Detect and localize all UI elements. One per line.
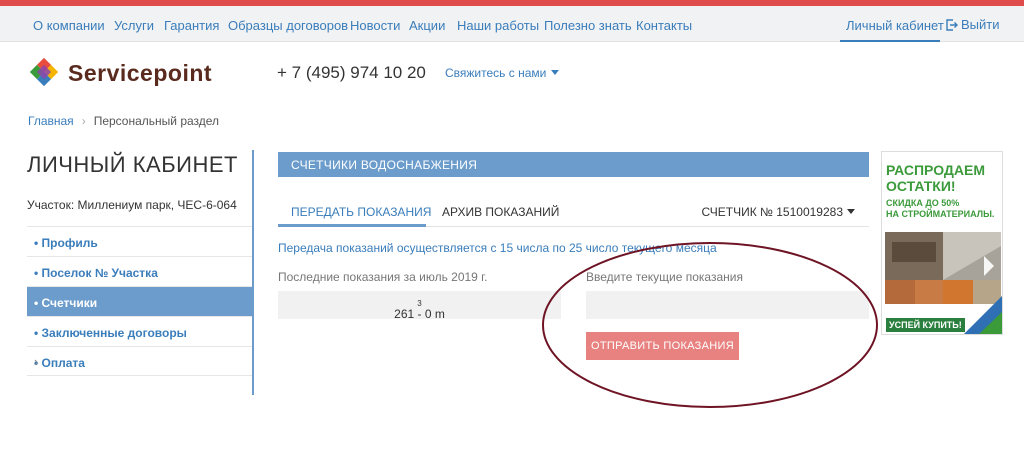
contact-dropdown-label: Свяжитесь с нами bbox=[445, 66, 547, 80]
sidebar-menu: • Профиль • Поселок № Участка • Счетчики… bbox=[27, 226, 252, 376]
chevron-right-icon: › bbox=[34, 354, 39, 369]
sidebar-item-meters[interactable]: • Счетчики bbox=[27, 286, 252, 316]
sidebar-item-profile[interactable]: • Профиль bbox=[27, 226, 252, 256]
banner-line4: НА СТРОЙМАТЕРИАЛЫ. bbox=[886, 209, 995, 219]
promo-banner[interactable]: РАСПРОДАЕМ ОСТАТКИ! СКИДКА ДО 50% НА СТР… bbox=[881, 151, 1003, 335]
sidebar-item-payment[interactable]: • Оплата › bbox=[27, 346, 252, 376]
submit-readings-button[interactable]: ОТПРАВИТЬ ПОКАЗАНИЯ bbox=[586, 332, 739, 360]
meter-select-label: СЧЕТЧИК № 1510019283 bbox=[701, 205, 844, 219]
page-title: ЛИЧНЫЙ КАБИНЕТ bbox=[27, 152, 238, 177]
active-tab-indicator bbox=[278, 224, 426, 227]
banner-line1: РАСПРОДАЕМ bbox=[886, 162, 985, 178]
panel-header: СЧЕТЧИКИ ВОДОСНАБЖЕНИЯ bbox=[278, 152, 869, 177]
servicepoint-logo-icon[interactable] bbox=[27, 55, 61, 89]
sidebar-item-label: • Счетчики bbox=[34, 296, 98, 310]
nav-item-warranty[interactable]: Гарантия bbox=[164, 18, 219, 33]
nav-item-about[interactable]: О компании bbox=[33, 18, 105, 33]
sidebar-item-label: • Поселок № Участка bbox=[34, 266, 158, 280]
banner-line2: ОСТАТКИ! bbox=[886, 178, 956, 194]
breadcrumb-home[interactable]: Главная bbox=[28, 114, 74, 128]
sidebar-item-label: • Профиль bbox=[34, 236, 98, 250]
top-navigation: О компании Услуги Гарантия Образцы догов… bbox=[0, 6, 1024, 42]
nav-item-our-works[interactable]: Наши работы bbox=[457, 18, 539, 33]
breadcrumb-current: Персональный раздел bbox=[93, 114, 220, 128]
phone-number: + 7 (495) 974 10 20 bbox=[277, 63, 426, 82]
tab-submit-readings[interactable]: ПЕРЕДАТЬ ПОКАЗАНИЯ bbox=[291, 205, 431, 219]
last-readings-value: 261 - 0 m3 bbox=[278, 291, 561, 321]
current-readings-label: Введите текущие показания bbox=[586, 270, 743, 284]
plot-info: Участок: Миллениум парк, ЧЕС-6-064 bbox=[27, 198, 237, 212]
last-readings-text: 261 - 0 m bbox=[394, 307, 445, 321]
nav-item-services[interactable]: Услуги bbox=[114, 18, 154, 33]
nav-item-cabinet[interactable]: Личный кабинет bbox=[840, 6, 944, 42]
submission-info: Передача показаний осуществляется с 15 ч… bbox=[278, 241, 717, 255]
contact-dropdown[interactable]: Свяжитесь с нами bbox=[445, 66, 560, 80]
nav-item-useful[interactable]: Полезно знать bbox=[544, 18, 632, 33]
brand-name[interactable]: Servicepoint bbox=[68, 60, 212, 87]
tab-readings-archive[interactable]: АРХИВ ПОКАЗАНИЙ bbox=[442, 205, 559, 219]
logout-icon bbox=[946, 19, 958, 31]
nav-item-contract-samples[interactable]: Образцы договоров bbox=[228, 18, 348, 33]
nav-cabinet-label: Личный кабинет bbox=[846, 18, 944, 33]
breadcrumb-separator-icon: › bbox=[81, 114, 86, 128]
current-readings-input[interactable] bbox=[586, 291, 869, 319]
sidebar-item-label: • Заключенные договоры bbox=[34, 326, 187, 340]
meter-select[interactable]: СЧЕТЧИК № 1510019283 bbox=[701, 205, 855, 219]
logout-label: Выйти bbox=[961, 17, 1000, 32]
banner-line3: СКИДКА ДО 50% bbox=[886, 198, 960, 208]
sidebar-divider bbox=[252, 150, 254, 395]
nav-item-news[interactable]: Новости bbox=[350, 18, 400, 33]
sidebar-item-contracts[interactable]: • Заключенные договоры bbox=[27, 316, 252, 346]
chevron-down-icon bbox=[551, 70, 560, 75]
tab-bar: ПЕРЕДАТЬ ПОКАЗАНИЯ АРХИВ ПОКАЗАНИЙ СЧЕТЧ… bbox=[278, 195, 869, 227]
annotation-ellipse bbox=[542, 242, 878, 408]
last-readings-label: Последние показания за июль 2019 г. bbox=[278, 270, 488, 284]
sidebar-item-village[interactable]: • Поселок № Участка bbox=[27, 256, 252, 286]
breadcrumb: Главная › Персональный раздел bbox=[28, 114, 219, 128]
panel-title: СЧЕТЧИКИ ВОДОСНАБЖЕНИЯ bbox=[291, 158, 478, 172]
chevron-down-icon bbox=[847, 209, 855, 214]
nav-item-contacts[interactable]: Контакты bbox=[636, 18, 692, 33]
logout-link[interactable]: Выйти bbox=[946, 17, 1000, 32]
banner-cta: УСПЕЙ КУПИТЬ! bbox=[886, 318, 965, 332]
nav-item-promotions[interactable]: Акции bbox=[409, 18, 445, 33]
